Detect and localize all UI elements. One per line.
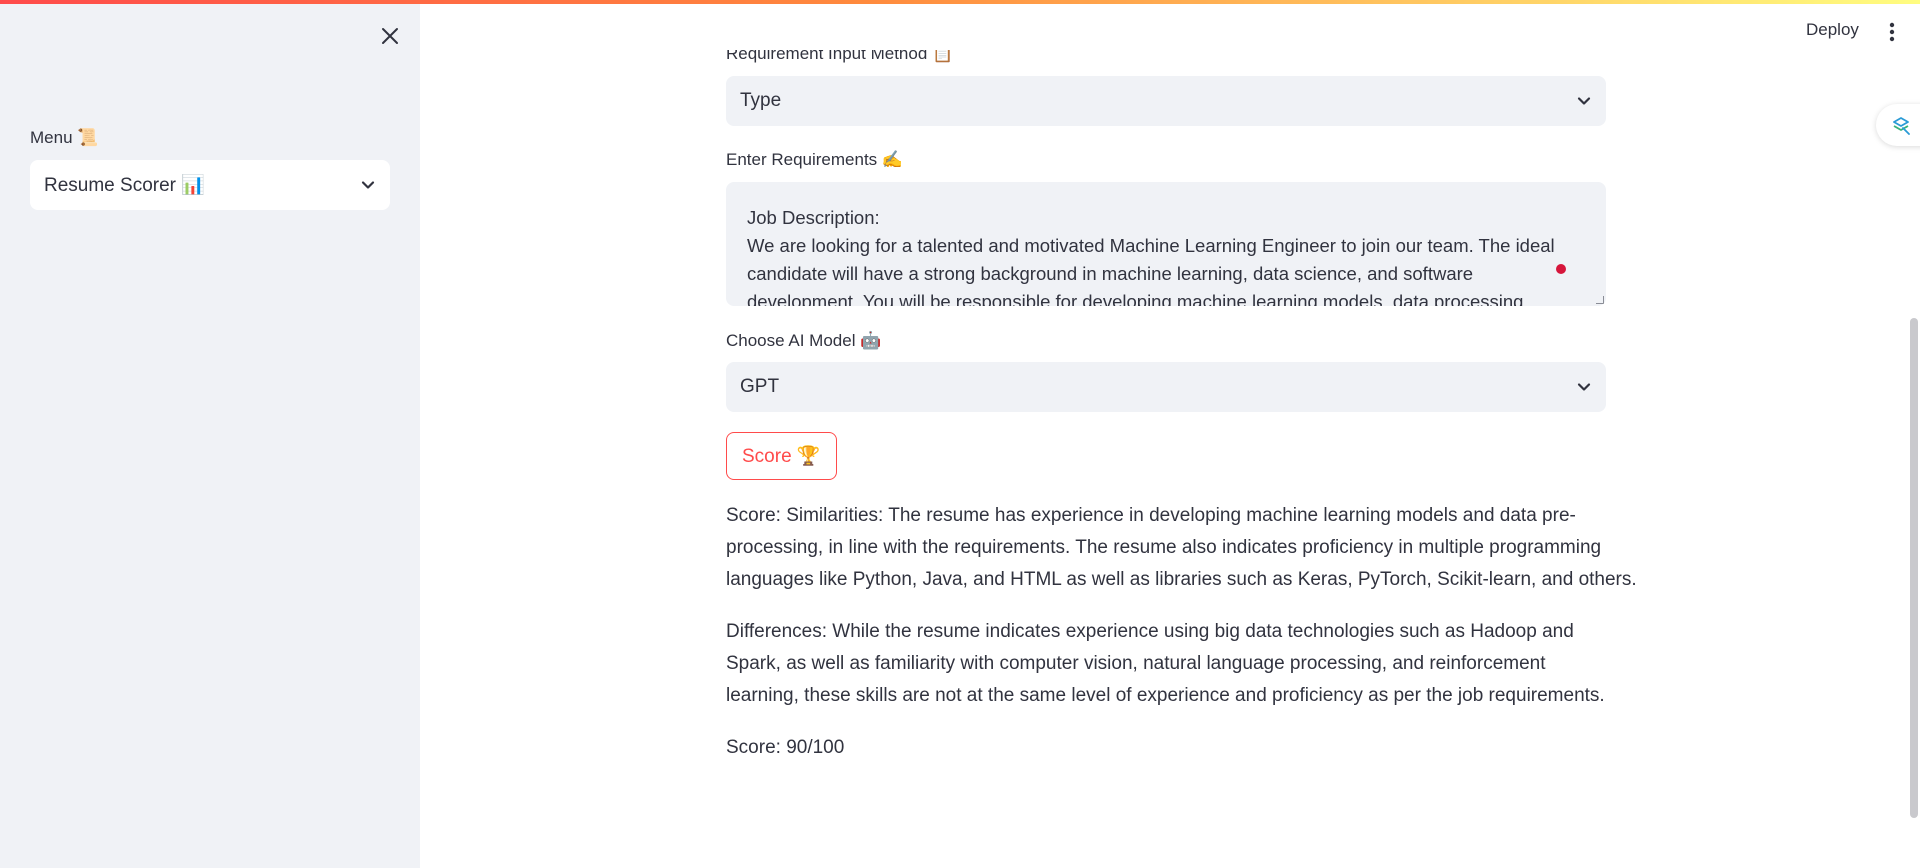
result-line: learning, these skills are not at the sa… [726,685,1605,706]
result-line: processing, in line with the requirement… [726,537,1602,558]
deploy-button[interactable]: Deploy [1806,20,1859,40]
close-icon [382,28,398,44]
model-select-value: GPT [740,376,780,397]
model-select[interactable]: GPT [726,362,1606,412]
result-score: Score: 90/100 [726,737,845,758]
requirements-textarea[interactable]: Job Description: We are looking for a ta… [726,182,1606,306]
result-similarities: Score: Similarities: The resume has expe… [726,500,1637,596]
sidebar: Menu 📜 Resume Scorer 📊 [0,0,420,868]
sidebar-close-button[interactable] [376,22,404,50]
textarea-line: candidate will have a strong background … [747,263,1474,284]
result-line: Spark, as well as familiarity with compu… [726,653,1546,674]
score-button[interactable]: Score 🏆 [726,432,837,480]
requirements-label: Enter Requirements ✍️ [726,150,904,169]
textarea-resize-handle[interactable] [1596,296,1604,304]
input-method-label: Requirement Input Method 📋 [726,44,954,63]
menu-label: Menu 📜 [30,128,99,147]
app-logo-icon [1893,117,1910,135]
textarea-line: Job Description: [747,207,880,228]
result-differences: Differences: While the resume indicates … [726,616,1606,712]
page-scrollbar[interactable] [1910,318,1918,818]
more-vertical-icon [1889,22,1895,42]
header-decoration-bar [0,0,1920,4]
textarea-line: We are looking for a talented and motiva… [747,235,1555,256]
input-method-select[interactable]: Type [726,76,1606,126]
result-line: languages like Python, Java, and HTML as… [726,569,1637,590]
textarea-line: development. You will be responsible for… [747,291,1529,306]
model-label: Choose AI Model 🤖 [726,331,882,350]
input-method-value: Type [740,90,782,111]
result-line: Differences: While the resume indicates … [726,621,1574,642]
main-menu-button[interactable] [1882,18,1902,46]
menu-select[interactable]: Resume Scorer 📊 [30,160,390,210]
menu-select-value: Resume Scorer 📊 [44,175,205,196]
chevron-down-icon [1576,379,1592,395]
score-button-label: Score 🏆 [742,446,821,467]
floating-extension-button[interactable] [1876,104,1920,146]
chevron-down-icon [360,177,376,193]
recording-indicator-dot [1556,264,1566,274]
chevron-down-icon [1576,93,1592,109]
result-line: Score: Similarities: The resume has expe… [726,505,1576,526]
